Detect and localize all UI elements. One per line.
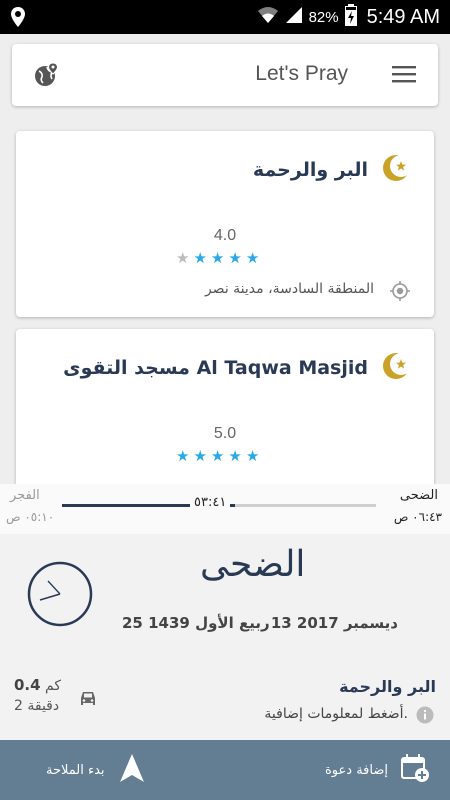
star-filled-icon: ★ bbox=[245, 447, 260, 465]
status-bar: 82% 5:49 AM bbox=[0, 0, 450, 34]
rating-stars: ★ ★ ★ ★ ★ bbox=[176, 449, 259, 464]
calendar-add-icon bbox=[400, 753, 430, 787]
prayer-progress: الفجر ٠٥:١٠ ص ٥٣:٤١ الضحى ٠٦:٤٣ ص bbox=[0, 484, 450, 534]
menu-icon[interactable] bbox=[392, 65, 416, 87]
star-filled-icon: ★ bbox=[245, 249, 260, 267]
start-navigation-button[interactable]: بدء الملاحة bbox=[0, 740, 225, 800]
star-empty-icon: ★ bbox=[176, 249, 190, 267]
star-filled-icon: ★ bbox=[193, 447, 207, 465]
info-icon bbox=[416, 706, 434, 728]
battery-percent: 82% bbox=[308, 8, 339, 26]
signal-icon bbox=[285, 6, 303, 29]
navigation-arrow-icon bbox=[119, 753, 145, 787]
mosque-card[interactable]: البر والرحمة 4.0 ★ ★ ★ ★ ★ المنطقة الساد… bbox=[16, 131, 434, 317]
next-prayer-time: ٠٦:٤٣ ص bbox=[393, 510, 442, 524]
crescent-star-icon bbox=[382, 351, 412, 385]
mosque-card[interactable]: مسجد التقوى Al Taqwa Masjid 5.0 ★ ★ ★ ★ … bbox=[16, 329, 434, 499]
add-invite-button[interactable]: إضافة دعوة bbox=[225, 740, 450, 800]
rating-value: 5.0 bbox=[213, 425, 237, 442]
wifi-icon bbox=[257, 6, 279, 29]
rating-stars: ★ ★ ★ ★ ★ bbox=[176, 251, 259, 266]
previous-prayer-name: الفجر bbox=[10, 488, 40, 503]
star-filled-icon: ★ bbox=[228, 249, 242, 267]
globe-pin-icon[interactable] bbox=[34, 62, 60, 92]
battery-charging-icon bbox=[344, 3, 357, 31]
current-prayer: الضحى bbox=[200, 544, 306, 585]
start-navigation-label: بدء الملاحة bbox=[46, 762, 105, 778]
mosque-name: البر والرحمة bbox=[252, 159, 368, 181]
analog-clock-icon bbox=[26, 560, 94, 632]
app-title: Let's Pray bbox=[255, 62, 348, 85]
star-filled-icon: ★ bbox=[210, 447, 225, 465]
add-invite-label: إضافة دعوة bbox=[324, 762, 388, 778]
travel-duration: 2 دقيقة bbox=[14, 698, 60, 714]
mosque-address: المنطقة السادسة، مدينة نصر bbox=[204, 281, 374, 297]
location-target-icon[interactable] bbox=[390, 281, 410, 305]
car-icon bbox=[78, 690, 98, 712]
previous-prayer-time: ٠٥:١٠ ص bbox=[6, 510, 55, 524]
distance-unit: كم bbox=[45, 678, 62, 694]
action-bar: بدء الملاحة إضافة دعوة bbox=[0, 740, 450, 800]
star-filled-icon: ★ bbox=[228, 447, 242, 465]
more-info-hint[interactable]: أضغط لمعلومات إضافية. bbox=[264, 706, 408, 722]
star-filled-icon: ★ bbox=[210, 249, 225, 267]
hijri-date: 25 ربيع الأول 1439 bbox=[122, 614, 270, 632]
distance: 0.4 كم bbox=[14, 676, 61, 694]
nearest-mosque-name[interactable]: البر والرحمة bbox=[339, 677, 436, 696]
star-filled-icon: ★ bbox=[176, 447, 190, 465]
time-remaining: ٥٣:٤١ bbox=[190, 495, 231, 510]
gregorian-date: 13 ديسمبر 2017 bbox=[270, 614, 398, 632]
app-bar: Let's Pray bbox=[12, 44, 438, 106]
star-filled-icon: ★ bbox=[193, 249, 207, 267]
rating-value: 4.0 bbox=[213, 227, 237, 244]
crescent-star-icon bbox=[382, 153, 412, 187]
distance-value: 0.4 bbox=[14, 676, 41, 694]
mosque-name: مسجد التقوى Al Taqwa Masjid bbox=[63, 357, 368, 379]
next-prayer-name: الضحى bbox=[399, 488, 438, 503]
location-icon bbox=[10, 6, 26, 32]
clock-time: 5:49 AM bbox=[366, 5, 440, 28]
